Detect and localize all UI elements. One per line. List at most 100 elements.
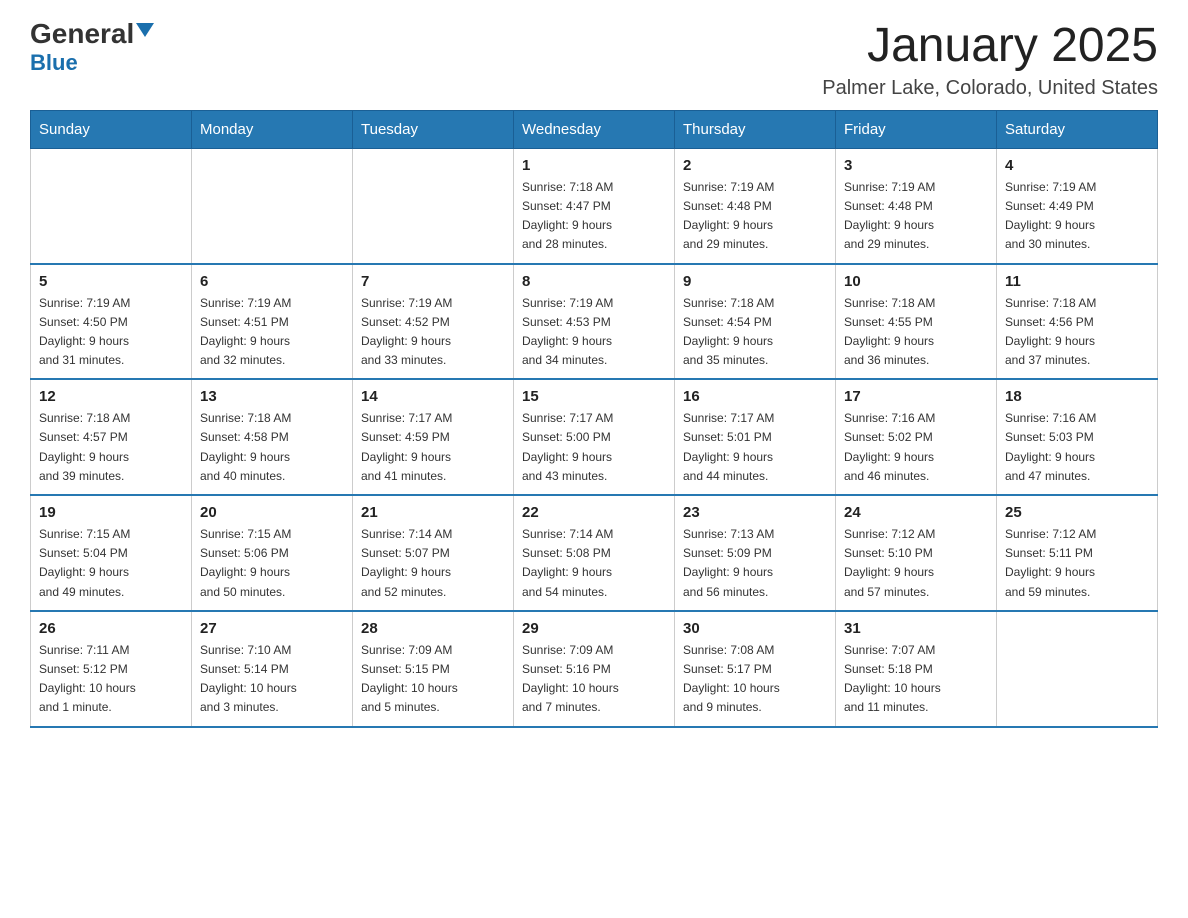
calendar-cell: 9 Sunrise: 7:18 AMSunset: 4:54 PMDaylight… bbox=[675, 264, 836, 380]
calendar-week-row: 26 Sunrise: 7:11 AMSunset: 5:12 PMDayligh… bbox=[31, 611, 1158, 727]
day-number: 2 bbox=[683, 157, 827, 174]
day-info: Sunrise: 7:13 AMSunset: 5:09 PMDaylight:… bbox=[683, 525, 827, 602]
calendar-cell bbox=[31, 148, 192, 263]
day-info: Sunrise: 7:09 AMSunset: 5:16 PMDaylight:… bbox=[522, 641, 666, 718]
day-info: Sunrise: 7:19 AMSunset: 4:51 PMDaylight:… bbox=[200, 294, 344, 371]
calendar-cell bbox=[192, 148, 353, 263]
day-info: Sunrise: 7:17 AMSunset: 5:01 PMDaylight:… bbox=[683, 409, 827, 486]
day-info: Sunrise: 7:17 AMSunset: 4:59 PMDaylight:… bbox=[361, 409, 505, 486]
calendar-cell: 21Sunrise: 7:14 AMSunset: 5:07 PMDayligh… bbox=[353, 495, 514, 611]
calendar-cell: 12 Sunrise: 7:18 AMSunset: 4:57 PMDayligh… bbox=[31, 379, 192, 495]
calendar-cell: 24 Sunrise: 7:12 AMSunset: 5:10 PMDayligh… bbox=[836, 495, 997, 611]
calendar-cell: 2 Sunrise: 7:19 AMSunset: 4:48 PMDaylight… bbox=[675, 148, 836, 263]
calendar-cell: 13 Sunrise: 7:18 AMSunset: 4:58 PMDayligh… bbox=[192, 379, 353, 495]
day-number: 23 bbox=[683, 504, 827, 521]
day-info: Sunrise: 7:12 AMSunset: 5:11 PMDaylight:… bbox=[1005, 525, 1149, 602]
calendar-cell: 7Sunrise: 7:19 AMSunset: 4:52 PMDaylight… bbox=[353, 264, 514, 380]
day-number: 10 bbox=[844, 273, 988, 290]
month-title: January 2025 bbox=[822, 20, 1158, 73]
day-info: Sunrise: 7:18 AMSunset: 4:55 PMDaylight:… bbox=[844, 294, 988, 371]
logo-blue: Blue bbox=[30, 50, 78, 76]
day-info: Sunrise: 7:19 AMSunset: 4:48 PMDaylight:… bbox=[683, 178, 827, 255]
calendar-cell: 11 Sunrise: 7:18 AMSunset: 4:56 PMDayligh… bbox=[997, 264, 1158, 380]
day-info: Sunrise: 7:16 AMSunset: 5:03 PMDaylight:… bbox=[1005, 409, 1149, 486]
calendar-cell bbox=[353, 148, 514, 263]
calendar-cell: 18 Sunrise: 7:16 AMSunset: 5:03 PMDayligh… bbox=[997, 379, 1158, 495]
day-info: Sunrise: 7:08 AMSunset: 5:17 PMDaylight:… bbox=[683, 641, 827, 718]
calendar-cell: 3 Sunrise: 7:19 AMSunset: 4:48 PMDaylight… bbox=[836, 148, 997, 263]
calendar-cell: 23 Sunrise: 7:13 AMSunset: 5:09 PMDayligh… bbox=[675, 495, 836, 611]
day-number: 14 bbox=[361, 388, 505, 405]
day-number: 19 bbox=[39, 504, 183, 521]
calendar-cell: 19Sunrise: 7:15 AMSunset: 5:04 PMDayligh… bbox=[31, 495, 192, 611]
logo-arrow-icon bbox=[136, 23, 154, 37]
day-info: Sunrise: 7:19 AMSunset: 4:48 PMDaylight:… bbox=[844, 178, 988, 255]
day-info: Sunrise: 7:18 AMSunset: 4:47 PMDaylight:… bbox=[522, 178, 666, 255]
day-number: 6 bbox=[200, 273, 344, 290]
calendar-cell: 30 Sunrise: 7:08 AMSunset: 5:17 PMDayligh… bbox=[675, 611, 836, 727]
calendar-header-thursday: Thursday bbox=[675, 110, 836, 148]
logo: General Blue bbox=[30, 20, 154, 76]
day-info: Sunrise: 7:14 AMSunset: 5:08 PMDaylight:… bbox=[522, 525, 666, 602]
day-number: 26 bbox=[39, 620, 183, 637]
day-number: 13 bbox=[200, 388, 344, 405]
day-number: 9 bbox=[683, 273, 827, 290]
calendar-cell: 10 Sunrise: 7:18 AMSunset: 4:55 PMDayligh… bbox=[836, 264, 997, 380]
day-number: 1 bbox=[522, 157, 666, 174]
page-header: General Blue January 2025 Palmer Lake, C… bbox=[30, 20, 1158, 100]
calendar-cell: 26 Sunrise: 7:11 AMSunset: 5:12 PMDayligh… bbox=[31, 611, 192, 727]
day-info: Sunrise: 7:18 AMSunset: 4:54 PMDaylight:… bbox=[683, 294, 827, 371]
day-info: Sunrise: 7:15 AMSunset: 5:06 PMDaylight:… bbox=[200, 525, 344, 602]
calendar-header-friday: Friday bbox=[836, 110, 997, 148]
calendar-cell: 8Sunrise: 7:19 AMSunset: 4:53 PMDaylight… bbox=[514, 264, 675, 380]
calendar-cell: 14 Sunrise: 7:17 AMSunset: 4:59 PMDayligh… bbox=[353, 379, 514, 495]
day-info: Sunrise: 7:19 AMSunset: 4:52 PMDaylight:… bbox=[361, 294, 505, 371]
calendar-cell: 15 Sunrise: 7:17 AMSunset: 5:00 PMDayligh… bbox=[514, 379, 675, 495]
day-number: 24 bbox=[844, 504, 988, 521]
calendar-header-tuesday: Tuesday bbox=[353, 110, 514, 148]
day-info: Sunrise: 7:10 AMSunset: 5:14 PMDaylight:… bbox=[200, 641, 344, 718]
calendar-cell: 29 Sunrise: 7:09 AMSunset: 5:16 PMDayligh… bbox=[514, 611, 675, 727]
day-info: Sunrise: 7:11 AMSunset: 5:12 PMDaylight:… bbox=[39, 641, 183, 718]
day-info: Sunrise: 7:18 AMSunset: 4:56 PMDaylight:… bbox=[1005, 294, 1149, 371]
calendar-header-saturday: Saturday bbox=[997, 110, 1158, 148]
calendar-header-sunday: Sunday bbox=[31, 110, 192, 148]
day-info: Sunrise: 7:12 AMSunset: 5:10 PMDaylight:… bbox=[844, 525, 988, 602]
day-number: 21 bbox=[361, 504, 505, 521]
day-number: 31 bbox=[844, 620, 988, 637]
day-number: 27 bbox=[200, 620, 344, 637]
calendar-cell: 22 Sunrise: 7:14 AMSunset: 5:08 PMDayligh… bbox=[514, 495, 675, 611]
day-number: 25 bbox=[1005, 504, 1149, 521]
calendar-table: SundayMondayTuesdayWednesdayThursdayFrid… bbox=[30, 110, 1158, 728]
calendar-week-row: 12 Sunrise: 7:18 AMSunset: 4:57 PMDayligh… bbox=[31, 379, 1158, 495]
calendar-cell: 16 Sunrise: 7:17 AMSunset: 5:01 PMDayligh… bbox=[675, 379, 836, 495]
day-info: Sunrise: 7:18 AMSunset: 4:58 PMDaylight:… bbox=[200, 409, 344, 486]
day-number: 22 bbox=[522, 504, 666, 521]
day-number: 12 bbox=[39, 388, 183, 405]
day-number: 20 bbox=[200, 504, 344, 521]
day-number: 28 bbox=[361, 620, 505, 637]
day-info: Sunrise: 7:19 AMSunset: 4:50 PMDaylight:… bbox=[39, 294, 183, 371]
day-info: Sunrise: 7:19 AMSunset: 4:53 PMDaylight:… bbox=[522, 294, 666, 371]
calendar-header-wednesday: Wednesday bbox=[514, 110, 675, 148]
day-number: 15 bbox=[522, 388, 666, 405]
calendar-cell: 17Sunrise: 7:16 AMSunset: 5:02 PMDayligh… bbox=[836, 379, 997, 495]
day-info: Sunrise: 7:09 AMSunset: 5:15 PMDaylight:… bbox=[361, 641, 505, 718]
calendar-cell: 20 Sunrise: 7:15 AMSunset: 5:06 PMDayligh… bbox=[192, 495, 353, 611]
day-number: 3 bbox=[844, 157, 988, 174]
day-number: 16 bbox=[683, 388, 827, 405]
day-number: 11 bbox=[1005, 273, 1149, 290]
calendar-cell: 28 Sunrise: 7:09 AMSunset: 5:15 PMDayligh… bbox=[353, 611, 514, 727]
day-number: 30 bbox=[683, 620, 827, 637]
title-section: January 2025 Palmer Lake, Colorado, Unit… bbox=[822, 20, 1158, 100]
calendar-header-row: SundayMondayTuesdayWednesdayThursdayFrid… bbox=[31, 110, 1158, 148]
calendar-header-monday: Monday bbox=[192, 110, 353, 148]
day-number: 29 bbox=[522, 620, 666, 637]
day-number: 17 bbox=[844, 388, 988, 405]
calendar-cell: 4Sunrise: 7:19 AMSunset: 4:49 PMDaylight… bbox=[997, 148, 1158, 263]
calendar-cell: 27 Sunrise: 7:10 AMSunset: 5:14 PMDayligh… bbox=[192, 611, 353, 727]
day-number: 18 bbox=[1005, 388, 1149, 405]
day-info: Sunrise: 7:17 AMSunset: 5:00 PMDaylight:… bbox=[522, 409, 666, 486]
day-info: Sunrise: 7:18 AMSunset: 4:57 PMDaylight:… bbox=[39, 409, 183, 486]
location: Palmer Lake, Colorado, United States bbox=[822, 77, 1158, 100]
